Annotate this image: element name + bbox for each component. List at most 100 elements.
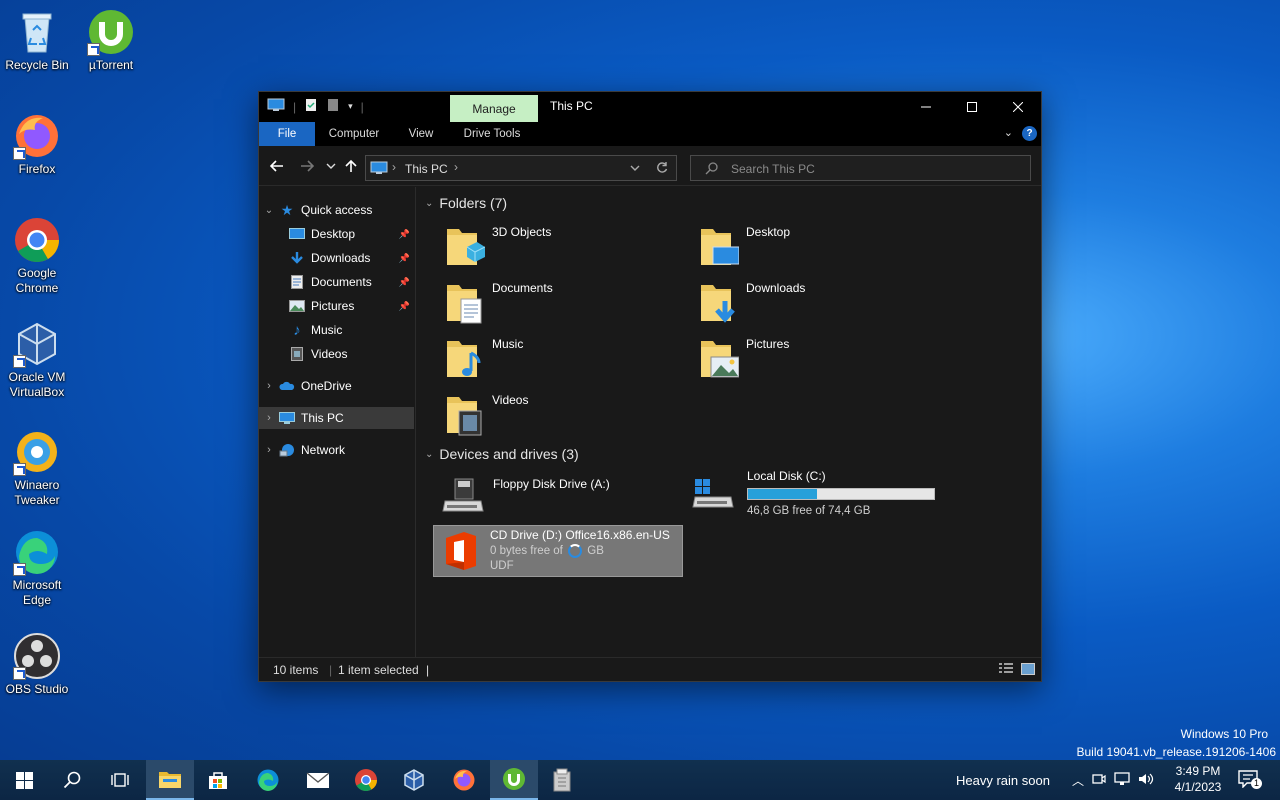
tab-manage[interactable]: Manage <box>450 95 538 122</box>
maximize-button[interactable] <box>949 92 995 122</box>
collapsed-chevron-icon[interactable]: › <box>259 380 279 392</box>
sidebar-item-pictures[interactable]: Pictures 📌 <box>259 295 414 317</box>
taskbar-store[interactable] <box>194 760 242 800</box>
drive-floppy-a[interactable]: Floppy Disk Drive (A:) <box>437 471 687 523</box>
clock[interactable]: 3:49 PM 4/1/2023 <box>1168 763 1228 795</box>
collapsed-chevron-icon[interactable]: › <box>259 412 279 424</box>
help-icon[interactable]: ? <box>1022 126 1037 141</box>
folder-pictures[interactable]: Pictures <box>691 333 931 385</box>
desktop-icon-chrome[interactable]: Google Chrome <box>0 216 74 296</box>
back-button[interactable] <box>267 156 287 176</box>
drive-cd-d[interactable]: CD Drive (D:) Office16.x86.en-US 0 bytes… <box>433 525 683 577</box>
action-center-button[interactable]: 1 <box>1236 768 1264 792</box>
meet-now-icon[interactable] <box>1092 772 1106 789</box>
address-bar[interactable]: › This PC › <box>365 155 677 181</box>
navigation-bar: › This PC › Search This PC <box>259 146 1041 186</box>
network-icon[interactable] <box>1114 771 1130 789</box>
collapsed-chevron-icon[interactable]: › <box>259 444 279 456</box>
task-view-button[interactable] <box>96 760 144 800</box>
archive-app-icon <box>553 768 571 792</box>
sidebar-item-this-pc[interactable]: › This PC <box>259 407 414 429</box>
sidebar-item-videos[interactable]: Videos <box>259 343 414 365</box>
tab-view[interactable]: View <box>399 122 443 146</box>
refresh-icon[interactable] <box>656 161 668 176</box>
volume-icon[interactable] <box>1138 772 1154 789</box>
collapse-chevron-icon: ⌄ <box>425 197 434 209</box>
recent-locations-chevron-icon[interactable] <box>321 156 341 176</box>
network-icon <box>279 443 295 457</box>
new-folder-icon[interactable] <box>326 98 340 115</box>
folder-videos[interactable]: Videos <box>437 389 677 441</box>
tab-computer[interactable]: Computer <box>321 122 387 146</box>
properties-icon[interactable] <box>304 98 318 115</box>
up-button[interactable] <box>341 156 361 176</box>
taskbar-mail[interactable] <box>294 760 342 800</box>
desktop-icon-firefox[interactable]: Firefox <box>0 112 74 177</box>
folder-3d-objects[interactable]: 3D Objects <box>437 221 677 273</box>
weather-widget[interactable]: Heavy rain soon <box>956 760 1050 800</box>
desktop-icon-winaero[interactable]: Winaero Tweaker <box>0 428 74 508</box>
minimize-button[interactable] <box>903 92 949 122</box>
tab-drive-tools[interactable]: Drive Tools <box>455 122 529 146</box>
show-hidden-icons-chevron-icon[interactable]: ︿ <box>1072 772 1084 789</box>
system-tray: ︿ <box>1072 760 1154 800</box>
search-box[interactable]: Search This PC <box>690 155 1031 181</box>
status-bar: 10 items | 1 item selected | <box>259 657 1041 681</box>
desktop-icon-obs[interactable]: OBS Studio <box>0 632 74 697</box>
content-pane: ⌄ Folders (7) 3D Objects Desktop Documen… <box>417 187 1041 657</box>
devices-group-title: Devices and drives (3) <box>439 446 579 462</box>
folders-group-title: Folders (7) <box>439 195 508 211</box>
close-button[interactable] <box>995 92 1041 122</box>
sidebar-item-quick-access[interactable]: ⌄ ★ Quick access <box>259 199 414 221</box>
expand-ribbon-chevron-icon[interactable]: ⌄ <box>1004 126 1013 139</box>
sidebar-item-network[interactable]: › Network <box>259 439 414 461</box>
desktop-icon-label: µTorrent <box>88 58 134 72</box>
utorrent-icon <box>87 8 135 56</box>
sidebar-item-desktop[interactable]: Desktop 📌 <box>259 223 414 245</box>
taskbar-file-explorer[interactable] <box>146 760 194 800</box>
sidebar-item-documents[interactable]: Documents 📌 <box>259 271 414 293</box>
obs-studio-icon <box>13 632 61 680</box>
breadcrumb-chevron-icon[interactable]: › <box>454 160 458 174</box>
taskbar-utorrent[interactable] <box>490 760 538 800</box>
folder-music[interactable]: Music <box>437 333 677 385</box>
desktop-icon-recycle-bin[interactable]: Recycle Bin <box>0 8 74 73</box>
sidebar-item-label: Documents <box>311 275 372 289</box>
taskbar-edge[interactable] <box>244 760 292 800</box>
address-dropdown-chevron-icon[interactable] <box>630 161 640 175</box>
large-icons-view-icon[interactable] <box>1021 663 1035 678</box>
drive-local-c[interactable]: Local Disk (C:) 46,8 GB free of 74,4 GB <box>691 467 951 519</box>
tab-file[interactable]: File <box>259 122 315 146</box>
desktop-icon-edge[interactable]: Microsoft Edge <box>0 528 74 608</box>
disk-usage-bar <box>747 488 935 500</box>
search-button[interactable] <box>48 760 96 800</box>
breadcrumb-this-pc[interactable]: This PC <box>405 162 448 176</box>
start-button[interactable] <box>0 760 48 800</box>
pin-icon: 📌 <box>398 252 410 263</box>
taskbar-chrome[interactable] <box>342 760 390 800</box>
forward-button[interactable] <box>297 156 317 176</box>
folder-documents[interactable]: Documents <box>437 277 677 329</box>
sidebar-item-music[interactable]: ♪ Music <box>259 319 414 341</box>
breadcrumb-chevron-icon[interactable]: › <box>392 160 396 174</box>
folder-downloads[interactable]: Downloads <box>691 277 931 329</box>
details-view-icon[interactable] <box>999 663 1013 678</box>
folders-group-header[interactable]: ⌄ Folders (7) <box>425 195 507 211</box>
clock-date: 4/1/2023 <box>1174 780 1222 794</box>
desktop-icon-utorrent[interactable]: µTorrent <box>74 8 148 73</box>
desktop-icon-virtualbox[interactable]: Oracle VM VirtualBox <box>0 320 74 400</box>
windows-edition-watermark: Windows 10 Pro <box>1180 727 1268 741</box>
sidebar-item-downloads[interactable]: Downloads 📌 <box>259 247 414 269</box>
drive-free-space: 46,8 GB free of 74,4 GB <box>747 505 871 517</box>
sidebar-item-onedrive[interactable]: › OneDrive <box>259 375 414 397</box>
taskbar-virtualbox[interactable] <box>390 760 438 800</box>
clock-time: 3:49 PM <box>1175 764 1221 778</box>
folder-name: Music <box>492 337 524 351</box>
expanded-chevron-icon[interactable]: ⌄ <box>259 205 279 216</box>
taskbar-archive-app[interactable] <box>538 760 586 800</box>
customize-qat-chevron-icon[interactable]: ▾ <box>348 101 353 112</box>
pin-icon: 📌 <box>398 276 410 287</box>
folder-desktop[interactable]: Desktop <box>691 221 931 273</box>
devices-group-header[interactable]: ⌄ Devices and drives (3) <box>425 446 579 462</box>
taskbar-firefox[interactable] <box>440 760 488 800</box>
